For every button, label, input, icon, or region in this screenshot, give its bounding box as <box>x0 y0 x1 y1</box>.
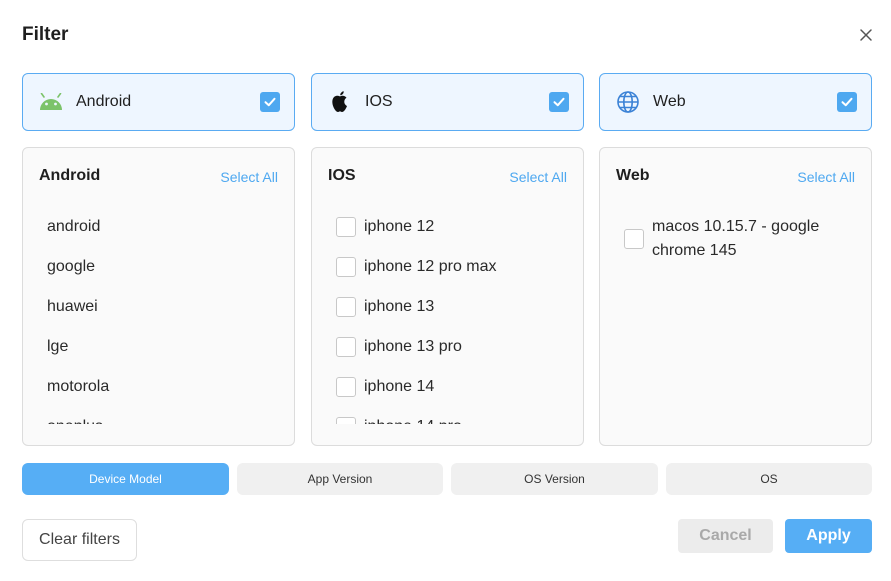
list-item[interactable]: lge <box>23 328 294 368</box>
platform-label: Android <box>76 93 132 110</box>
list-item[interactable]: iphone 13 <box>312 288 583 328</box>
panel-heading: Web <box>616 167 650 184</box>
item-checkbox[interactable] <box>336 217 356 237</box>
tab-app-version[interactable]: App Version <box>237 463 443 495</box>
list-item[interactable]: iphone 13 pro <box>312 328 583 368</box>
platform-card-ios[interactable]: IOS <box>311 73 584 131</box>
panel-heading: Android <box>39 167 101 184</box>
platform-label: IOS <box>365 93 393 110</box>
globe-icon <box>614 88 642 116</box>
list-item[interactable]: huawei <box>23 288 294 328</box>
platform-card-web[interactable]: Web <box>599 73 872 131</box>
list-item[interactable]: iphone 14 pro <box>312 408 583 424</box>
list-item[interactable]: iphone 12 pro max <box>312 248 583 288</box>
web-model-list[interactable]: macos 10.15.7 - google chrome 145 <box>600 208 871 424</box>
apple-icon <box>326 88 354 116</box>
select-all-android-link[interactable]: Select All <box>220 169 278 185</box>
list-item[interactable]: google <box>23 248 294 288</box>
item-checkbox[interactable] <box>624 229 644 249</box>
item-checkbox[interactable] <box>336 257 356 277</box>
platform-checkbox-ios[interactable] <box>549 92 569 112</box>
select-all-ios-link[interactable]: Select All <box>509 169 567 185</box>
android-panel: Android Select All android google huawei… <box>22 147 295 446</box>
list-item[interactable]: iphone 14 <box>312 368 583 408</box>
list-item[interactable]: macos 10.15.7 - google chrome 145 <box>600 208 871 264</box>
close-icon[interactable] <box>857 26 875 44</box>
dialog-title: Filter <box>22 24 69 45</box>
platform-checkbox-web[interactable] <box>837 92 857 112</box>
item-checkbox[interactable] <box>336 297 356 317</box>
check-icon <box>553 97 565 107</box>
android-icon <box>37 88 65 116</box>
clear-filters-button[interactable]: Clear filters <box>22 519 137 561</box>
tab-os[interactable]: OS <box>666 463 872 495</box>
web-panel: Web Select All macos 10.15.7 - google ch… <box>599 147 872 446</box>
list-item[interactable]: iphone 12 <box>312 208 583 248</box>
tab-os-version[interactable]: OS Version <box>451 463 658 495</box>
platform-card-android[interactable]: Android <box>22 73 295 131</box>
platform-label: Web <box>653 93 686 110</box>
ios-panel: IOS Select All iphone 12 iphone 12 pro m… <box>311 147 584 446</box>
cancel-button[interactable]: Cancel <box>678 519 773 553</box>
check-icon <box>264 97 276 107</box>
list-item[interactable]: motorola <box>23 368 294 408</box>
check-icon <box>841 97 853 107</box>
item-checkbox[interactable] <box>336 337 356 357</box>
android-model-list[interactable]: android google huawei lge motorola onepl… <box>23 208 294 424</box>
panel-heading: IOS <box>328 167 356 184</box>
list-item[interactable]: android <box>23 208 294 248</box>
ios-model-list[interactable]: iphone 12 iphone 12 pro max iphone 13 ip… <box>312 208 583 424</box>
platform-checkbox-android[interactable] <box>260 92 280 112</box>
tab-device-model[interactable]: Device Model <box>22 463 229 495</box>
select-all-web-link[interactable]: Select All <box>797 169 855 185</box>
item-checkbox[interactable] <box>336 377 356 397</box>
list-item[interactable]: oneplus <box>23 408 294 424</box>
apply-button[interactable]: Apply <box>785 519 872 553</box>
item-checkbox[interactable] <box>336 417 356 424</box>
